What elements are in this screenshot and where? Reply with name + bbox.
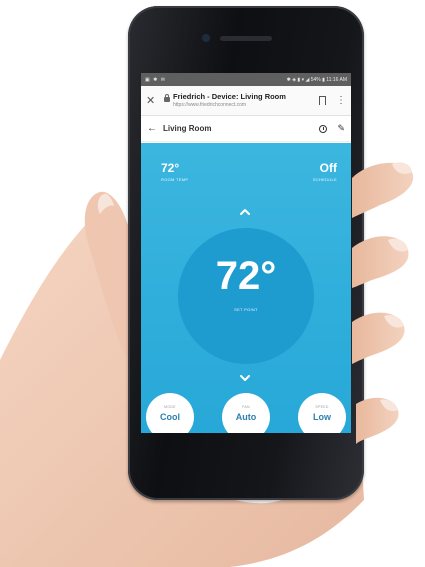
scene: ▣ ✱ ✉ ✱ ◈ ▮ ▾ ◢ 54% ▮ 11:16 AM ✕ Friedri…	[0, 0, 425, 567]
fingers-illustration	[352, 162, 414, 444]
